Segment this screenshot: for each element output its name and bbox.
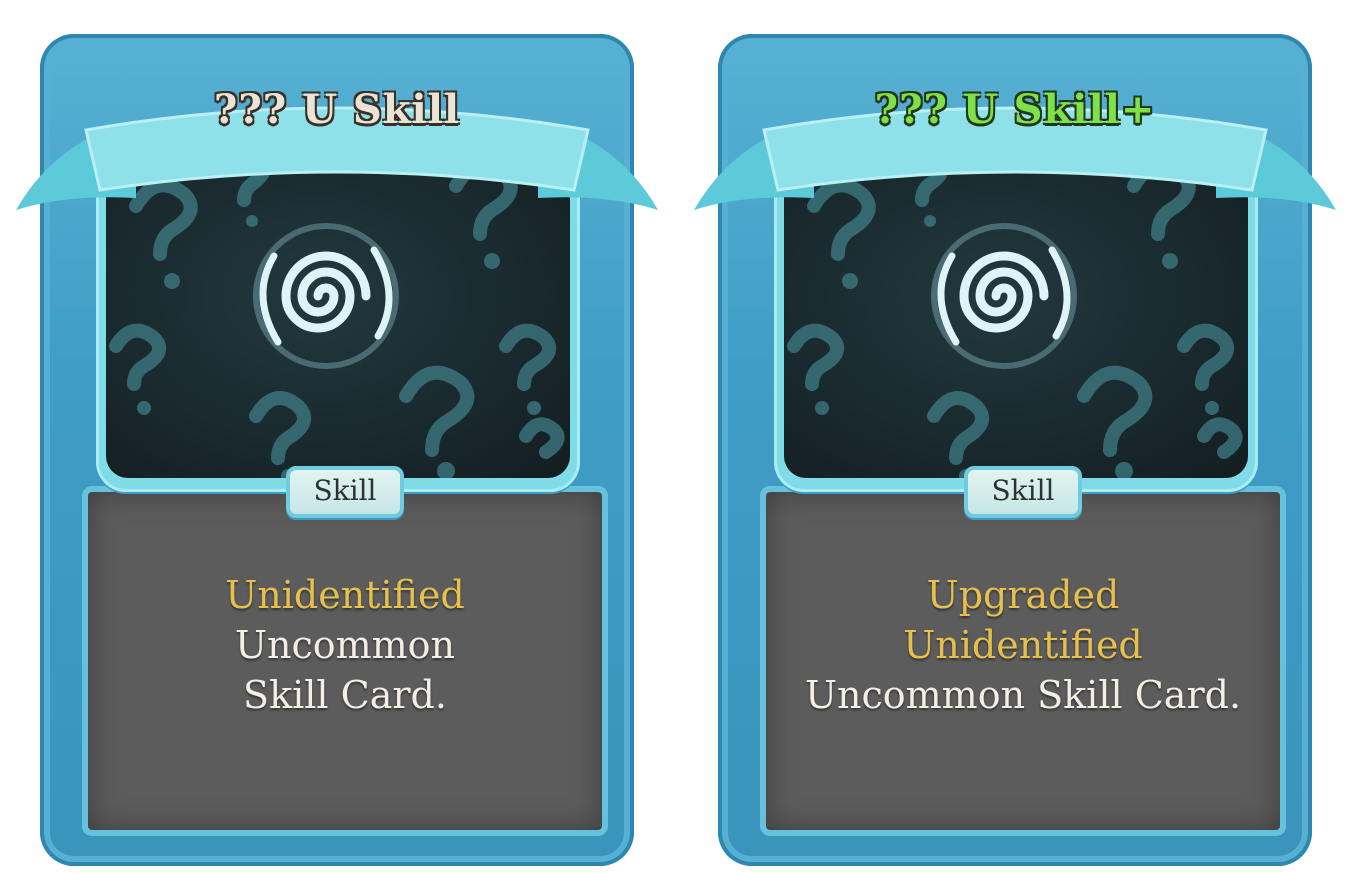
swirl-icon — [253, 223, 399, 369]
keyword-unidentified: Unidentified — [225, 573, 465, 617]
card-type-plate: Skill — [964, 466, 1082, 518]
description-line-1: Uncommon Skill Card. — [804, 673, 1242, 717]
card-description: Unidentified Uncommon Skill Card. — [82, 570, 608, 720]
card-description: Upgraded Unidentified Uncommon Skill Car… — [760, 570, 1286, 720]
card-type-label: Skill — [991, 474, 1055, 507]
swirl-icon — [931, 223, 1077, 369]
card-title: ??? U Skill — [213, 86, 461, 133]
card-type-plate: Skill — [286, 466, 404, 518]
card-unidentified-skill-upgraded[interactable]: ??? U Skill+ Skill Upgraded Unidentified… — [694, 34, 1336, 866]
card-type-label: Skill — [313, 474, 377, 507]
description-line-1: Uncommon — [234, 623, 456, 667]
keyword-unidentified: Unidentified — [903, 623, 1143, 667]
card-title: ??? U Skill+ — [874, 86, 1156, 133]
keyword-upgraded: Upgraded — [926, 573, 1120, 617]
card-unidentified-skill[interactable]: ??? U Skill Skill Unidentified Uncommon … — [16, 34, 658, 866]
description-line-2: Skill Card. — [243, 673, 447, 717]
